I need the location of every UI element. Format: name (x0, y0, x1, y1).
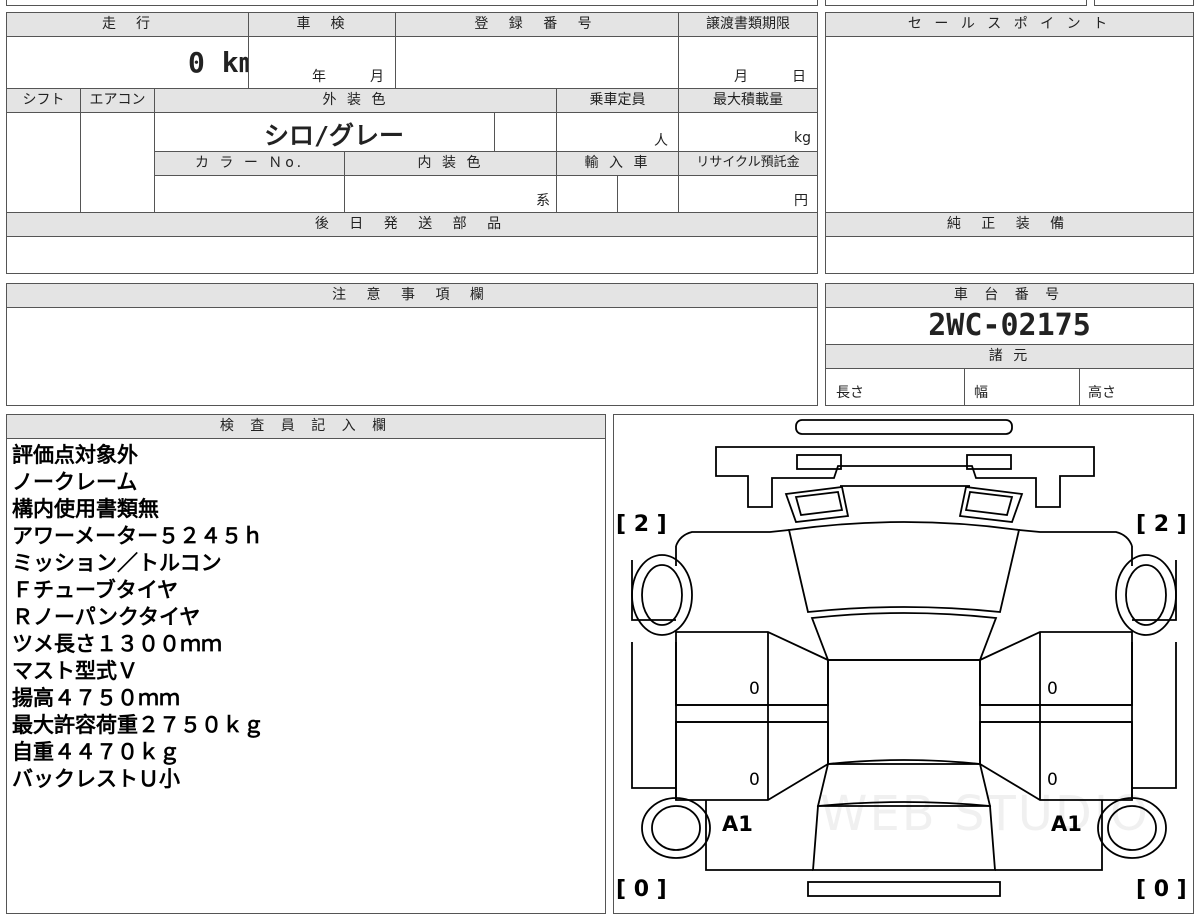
inspection-header: 車 検 (248, 12, 396, 37)
registration-header: 登 録 番 号 (395, 12, 679, 37)
interior-color-header: 内 装 色 (344, 151, 557, 176)
top-strip-left (6, 0, 818, 6)
note-line: ミッション／トルコン (12, 551, 222, 575)
note-line: ノークレーム (12, 470, 138, 494)
transfer-month-unit: 月 (734, 69, 748, 85)
max-load-header: 最大積載量 (678, 88, 818, 113)
genuine-equipment-header: 純 正 装 備 (825, 212, 1194, 237)
later-parts-header: 後 日 発 送 部 品 (6, 212, 818, 237)
aircon-header: エアコン (80, 88, 155, 113)
length-label: 長さ (836, 385, 864, 401)
import-cell-left (556, 175, 618, 213)
mileage-header: 走 行 (6, 12, 249, 37)
later-parts-cell (6, 236, 818, 274)
note-line: 揚高４７５０ｍｍ (12, 686, 180, 710)
note-line: 評価点対象外 (12, 443, 138, 467)
registration-cell (395, 36, 679, 89)
exterior-color-value: シロ/グレー (264, 121, 405, 150)
mileage-value: 0 km (188, 46, 256, 79)
chassis-number: 2WC-02175 (928, 308, 1091, 343)
note-line: Ｒノーパンクタイヤ (12, 605, 201, 629)
capacity-header: 乗車定員 (556, 88, 679, 113)
inspection-year-unit: 年 (312, 69, 326, 85)
caution-header: 注 意 事 項 欄 (6, 283, 818, 308)
max-load-unit: kg (794, 130, 811, 146)
shift-cell (6, 112, 81, 213)
inspector-notes: 評価点対象外 ノークレーム 構内使用書類無 アワーメーター５２４５ｈ ミッション… (12, 442, 264, 793)
note-line: ツメ長さ１３００ｍｍ (12, 632, 222, 656)
capacity-unit: 人 (654, 133, 668, 149)
width-label: 幅 (974, 385, 988, 401)
note-line: 自重４４７０ｋｇ (12, 740, 180, 764)
transfer-deadline-header: 譲渡書類期限 (678, 12, 818, 37)
shift-header: シフト (6, 88, 81, 113)
top-strip-right (825, 0, 1087, 6)
aircon-cell (80, 112, 155, 213)
import-cell-right (617, 175, 679, 213)
interior-color-cell (344, 175, 557, 213)
genuine-equipment-cell (825, 236, 1194, 274)
color-no-cell (154, 175, 345, 213)
import-header: 輸 入 車 (556, 151, 679, 176)
top-strip-corner (1094, 0, 1194, 6)
inspection-month-unit: 月 (370, 69, 384, 85)
sales-point-header: セ ー ル ス ポ イ ン ト (825, 12, 1194, 37)
note-line: アワーメーター５２４５ｈ (12, 524, 264, 548)
color-no-header: カ ラ ー Ｎo. (154, 151, 345, 176)
transfer-day-unit: 日 (792, 69, 806, 85)
recycle-unit: 円 (794, 193, 808, 209)
vehicle-diagram-box (613, 414, 1194, 914)
exterior-color-extra-cell (494, 112, 557, 152)
interior-color-unit: 系 (536, 193, 550, 209)
recycle-header: リサイクル預託金 (678, 151, 818, 176)
specs-header: 諸 元 (825, 344, 1194, 369)
exterior-color-header: 外 装 色 (154, 88, 557, 113)
note-line: 最大許容荷重２７５０ｋｇ (12, 713, 264, 737)
inspector-header: 検 査 員 記 入 欄 (6, 414, 606, 439)
note-line: Ｆチューブタイヤ (12, 578, 179, 602)
height-label: 高さ (1088, 385, 1116, 401)
chassis-header: 車 台 番 号 (825, 283, 1194, 308)
note-line: バックレストＵ小 (12, 767, 180, 791)
note-line: 構内使用書類無 (12, 497, 159, 521)
note-line: マスト型式Ｖ (12, 659, 138, 683)
